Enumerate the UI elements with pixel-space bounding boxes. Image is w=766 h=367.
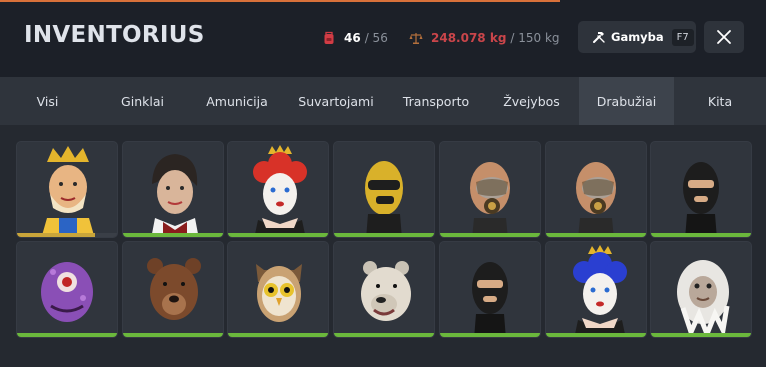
tab-žvejybos[interactable]: Žvejybos bbox=[484, 77, 579, 125]
crafting-label: Gamyba bbox=[611, 30, 664, 44]
durability-bar bbox=[546, 333, 646, 337]
inventory-slot[interactable] bbox=[122, 241, 224, 338]
black-balaclava-icon bbox=[683, 162, 719, 237]
category-tabs: Visi Ginklai Amunicija Suvartojami Transport… bbox=[0, 77, 766, 125]
gas-mask-icon bbox=[470, 162, 510, 237]
purple-alien-mask-icon bbox=[41, 262, 93, 322]
durability-bar bbox=[334, 333, 434, 337]
king-mask-icon bbox=[41, 146, 95, 237]
black-balaclava-icon bbox=[472, 262, 508, 337]
durability-bar bbox=[17, 233, 95, 237]
tab-ginklai[interactable]: Ginklai bbox=[95, 77, 190, 125]
owl-mask-icon bbox=[256, 264, 302, 322]
woman-mask-icon bbox=[151, 154, 199, 237]
inventory-window: INVENTORIUS 46 / 56 248.078 kg / 150 kg bbox=[0, 0, 766, 367]
inventory-slot[interactable] bbox=[650, 141, 752, 238]
inventory-slot[interactable] bbox=[227, 141, 329, 238]
slots-counter: 46 / 56 bbox=[322, 29, 388, 47]
durability-bar bbox=[440, 233, 540, 237]
backpack-icon bbox=[324, 31, 334, 44]
page-title: INVENTORIUS bbox=[24, 22, 205, 48]
durability-bar bbox=[228, 333, 328, 337]
red-queen-mask-icon bbox=[253, 145, 307, 237]
close-button[interactable] bbox=[704, 21, 744, 53]
blue-queen-mask-icon bbox=[573, 245, 627, 337]
inventory-slot[interactable] bbox=[333, 241, 435, 338]
yellow-ski-mask-icon bbox=[365, 161, 403, 237]
durability-bar bbox=[651, 233, 751, 237]
accent-line bbox=[0, 0, 560, 2]
inventory-slot[interactable] bbox=[439, 141, 541, 238]
scale-icon bbox=[409, 33, 423, 44]
crafting-hotkey: F7 bbox=[671, 28, 694, 46]
inventory-slot[interactable] bbox=[227, 241, 329, 338]
inventory-slot[interactable] bbox=[545, 241, 647, 338]
inventory-slot[interactable] bbox=[16, 141, 118, 238]
weight-counter: 248.078 kg / 150 kg bbox=[409, 29, 560, 47]
tab-suvartojami[interactable]: Suvartojami bbox=[284, 77, 388, 125]
crafting-button[interactable]: Gamyba F7 bbox=[578, 21, 696, 53]
durability-bar bbox=[546, 233, 646, 237]
weight-max: / 150 kg bbox=[510, 31, 560, 45]
durability-bar bbox=[651, 333, 751, 337]
durability-bar bbox=[123, 233, 223, 237]
header-bar: INVENTORIUS 46 / 56 248.078 kg / 150 kg bbox=[0, 0, 766, 77]
bear-mask-icon bbox=[147, 258, 201, 320]
tab-transporto[interactable]: Transporto bbox=[388, 77, 484, 125]
inventory-slot[interactable] bbox=[122, 141, 224, 238]
item-grid bbox=[0, 125, 766, 367]
durability-bar bbox=[440, 333, 540, 337]
hammer-icon bbox=[593, 32, 605, 43]
durability-bar bbox=[334, 233, 434, 237]
inventory-slot[interactable] bbox=[16, 241, 118, 338]
tab-kita[interactable]: Kita bbox=[674, 77, 766, 125]
slots-used: 46 bbox=[344, 31, 361, 45]
durability-bar bbox=[123, 333, 223, 337]
tab-visi[interactable]: Visi bbox=[0, 77, 95, 125]
inventory-slot[interactable] bbox=[650, 241, 752, 338]
inventory-slot[interactable] bbox=[545, 141, 647, 238]
tab-amunicija[interactable]: Amunicija bbox=[190, 77, 284, 125]
weight-used: 248.078 kg bbox=[431, 31, 507, 45]
inventory-slot[interactable] bbox=[439, 241, 541, 338]
white-yeti-mask-icon bbox=[677, 260, 730, 337]
tab-drabužiai[interactable]: Drabužiai bbox=[579, 77, 674, 125]
slots-max: / 56 bbox=[364, 31, 388, 45]
polar-bear-mask-icon bbox=[361, 261, 411, 321]
gas-mask-icon bbox=[576, 162, 616, 237]
close-icon bbox=[717, 30, 731, 44]
inventory-slot[interactable] bbox=[333, 141, 435, 238]
durability-bar bbox=[228, 233, 328, 237]
durability-bar bbox=[17, 333, 117, 337]
